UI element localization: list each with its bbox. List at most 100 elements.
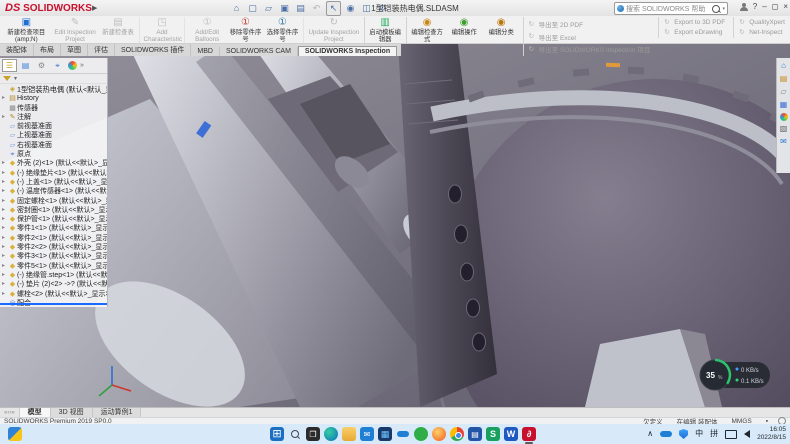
search-button[interactable] (288, 427, 302, 441)
configurationmanager-tab[interactable]: ⚙ (34, 59, 49, 72)
display-tray-icon[interactable] (725, 430, 737, 439)
dimxpertmanager-tab[interactable]: ⌖ (50, 59, 65, 72)
export-2d-pdf-item[interactable]: 导出至 2D PDF (529, 19, 651, 29)
feature-tree-item[interactable]: ▸ ◆ 零件1<1> (默认<<默认>_显示状态 (0, 224, 107, 233)
search-icon[interactable] (712, 5, 720, 13)
onedrive-tray-icon[interactable] (660, 431, 672, 437)
new-inspection-sheet-button[interactable]: 新建检查表 (100, 17, 137, 44)
feature-tree-item[interactable]: ▦ 传感器 (0, 104, 107, 113)
tab-solidworks-inspection[interactable]: SOLIDWORKS Inspection (298, 46, 397, 56)
featuremanager-tab[interactable]: ☰ (2, 59, 17, 72)
forum-icon[interactable]: ✉ (779, 137, 789, 147)
edit-operations-button[interactable]: 编辑操作 (446, 17, 483, 44)
chrome-icon[interactable] (450, 427, 464, 441)
edit-inspection-methods-button[interactable]: 编辑检查方式 (406, 17, 446, 44)
launch-template-editor-button[interactable]: 启动模板编辑器 (364, 17, 404, 44)
login-user-icon[interactable] (740, 3, 748, 12)
appearances-icon[interactable] (780, 113, 788, 121)
ime-language-button[interactable]: 中 (695, 426, 703, 442)
search-dropdown-arrow[interactable]: ▾ (722, 6, 725, 12)
feature-tree-item[interactable]: ▸ ▤ History (0, 94, 107, 103)
tab-sketch[interactable]: 草图 (61, 44, 88, 56)
widgets-button[interactable] (8, 427, 22, 441)
solidworks-taskbar-icon[interactable] (522, 427, 536, 441)
remove-balloons-button[interactable]: 移除零件序号 (227, 17, 264, 44)
minimize-button[interactable]: – (762, 1, 766, 13)
export-excel-item[interactable]: 导出至 Excel (529, 32, 651, 42)
app-s-icon[interactable] (486, 427, 500, 441)
export-edrawing-item[interactable]: Export eDrawing (664, 29, 725, 36)
displaymanager-tab[interactable] (68, 61, 77, 70)
tab-layout[interactable]: 布局 (34, 44, 61, 56)
ime-mode-button[interactable]: 拼 (710, 426, 718, 442)
tab-evaluate[interactable]: 评估 (88, 44, 115, 56)
feature-tree-item[interactable]: ▸ ◆ 零件2<2> (默认<<默认>_显示状态 (0, 243, 107, 252)
more-tabs-arrow[interactable]: » (80, 62, 84, 69)
feature-tree-item[interactable]: ▸ ◆ 零件2<1> (默认<<默认>_显示状态 (0, 234, 107, 243)
help-search-box[interactable]: 搜索 SOLIDWORKS 帮助 ▾ (614, 2, 728, 15)
edge-icon[interactable] (324, 427, 338, 441)
home-icon[interactable]: ⌂ (230, 2, 243, 15)
view-palette-icon[interactable]: ▦ (779, 100, 789, 110)
feature-tree-item[interactable]: ▸ ◆ 密封圈<1> (默认<<默认>_显示状态 (0, 206, 107, 215)
update-inspection-project-button[interactable]: Update Inspection Project (303, 17, 362, 44)
firefox-icon[interactable] (432, 427, 446, 441)
custom-properties-icon[interactable]: ▧ (779, 124, 789, 134)
feature-tree-item[interactable]: ▸ ◆ (-) 垫片 (2)<2> ->? (默认<<默认>_ (0, 280, 107, 289)
graphics-viewport[interactable]: 35 % 0 KB/s 0.1 KB/s (0, 44, 790, 407)
start-button[interactable] (270, 427, 284, 441)
taskbar-clock[interactable]: 16:05 2022/8/15 (757, 426, 786, 442)
export-3d-pdf-item[interactable]: Export to 3D PDF (664, 19, 725, 26)
new-inspection-project-button[interactable]: 新建检查项目 (amp;N) (2, 17, 51, 44)
feature-tree-item[interactable]: ▸ ◆ (-) 绝缘垫片<1> (默认<<默认>_显示 (0, 169, 107, 178)
tab-mbd[interactable]: MBD (191, 47, 220, 56)
restore-button[interactable]: ◻ (772, 1, 779, 13)
task-view-button[interactable] (306, 427, 320, 441)
onedrive-icon[interactable] (396, 427, 410, 441)
feature-tree-item[interactable]: ▸ ◆ 保护管<1> (默认<<默认>_显示状态 (0, 215, 107, 224)
add-edit-balloons-button[interactable]: Add/Edit Balloons (184, 17, 227, 44)
tree-filter-row[interactable]: ▾ (0, 74, 107, 84)
tray-chevron-icon[interactable]: ∧ (647, 426, 653, 442)
feature-tree-item[interactable]: ▸ ✎ 注解 (0, 113, 107, 122)
select-balloons-button[interactable]: 选择零件序号 (264, 17, 301, 44)
feature-tree-item[interactable]: ▸ ◆ (-) 绝缘管.step<1> (默认<<默认>_ (0, 271, 107, 280)
feature-tree-item[interactable]: ◈ 1型铠装热电偶 (默认<默认_显示状态-1> (0, 85, 107, 94)
tab-addins[interactable]: SOLIDWORKS 插件 (115, 44, 191, 56)
feature-tree-item[interactable]: ▸ ◆ 外壳 (2)<1> (默认<<默认>_显示状态 (0, 159, 107, 168)
logo-flyout-arrow[interactable]: ▶ (92, 4, 97, 12)
performance-badge[interactable]: 35 % 0 KB/s 0.1 KB/s (700, 360, 770, 390)
feature-tree-item[interactable]: ▱ 右视基准面 (0, 141, 107, 150)
feature-tree-item[interactable]: ▸ ◆ 螺栓<2> (默认<<默认>_显示状态 (0, 290, 107, 299)
propertymanager-tab[interactable]: ▤ (18, 59, 33, 72)
feature-tree-item[interactable]: ▸ ◆ 固定螺栓<1> (默认<<默认>_显示状 (0, 197, 107, 206)
tab-solidworks-cam[interactable]: SOLIDWORKS CAM (220, 47, 298, 56)
resources-home-icon[interactable]: ⌂ (779, 61, 789, 71)
net-inspect-item[interactable]: Net-Inspect (739, 29, 785, 36)
mail-icon[interactable] (360, 427, 374, 441)
volume-icon[interactable] (744, 430, 750, 438)
filter-dropdown-arrow[interactable]: ▾ (14, 75, 17, 82)
store-icon[interactable] (378, 427, 392, 441)
feature-tree-item[interactable]: ▸ ◆ 零件5<1> (默认<<默认>_显示状态 (0, 262, 107, 271)
tab-assembly[interactable]: 装配体 (0, 44, 34, 56)
rollback-bar[interactable] (0, 303, 107, 305)
feature-tree-item[interactable]: ▱ 上视基准面 (0, 131, 107, 140)
qualityxpert-item[interactable]: QualityXpert (739, 19, 785, 26)
defender-shield-icon[interactable] (679, 429, 688, 439)
wechat-icon[interactable] (414, 427, 428, 441)
export-inspection-project-item[interactable]: 导出至 SOLIDWORKS Inspection 项目 (529, 44, 651, 54)
help-button[interactable]: ? (753, 1, 757, 13)
add-characteristic-button[interactable]: Add Characteristic (139, 17, 183, 44)
design-library-icon[interactable]: ▤ (779, 74, 789, 84)
feature-tree-item[interactable]: ▸ ◆ (-) 温度传感器<1> (默认<<默认>_显 (0, 187, 107, 196)
feature-tree-item[interactable]: ⌖ 原点 (0, 150, 107, 159)
feature-tree-item[interactable]: ▱ 前视基准面 (0, 122, 107, 131)
feature-tree-item[interactable]: ▸ ◆ (-) 上盖<1> (默认<<默认>_显示状态 (0, 178, 107, 187)
new-file-icon[interactable]: ▢ (246, 2, 259, 15)
feature-tree-item[interactable]: ▸ ◆ 零件3<1> (默认<<默认>_显示状态 (0, 252, 107, 261)
file-explorer-taskbar-icon[interactable] (342, 427, 356, 441)
dictionary-icon[interactable] (468, 427, 482, 441)
edit-classifications-button[interactable]: 编辑分类 (483, 17, 520, 44)
file-explorer-icon[interactable]: ▱ (779, 87, 789, 97)
